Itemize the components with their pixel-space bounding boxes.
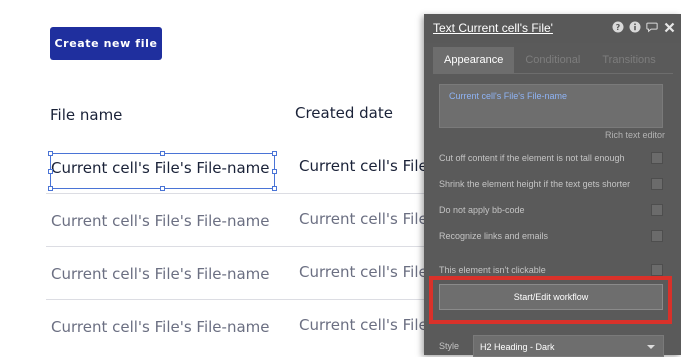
option-label: Shrink the element height if the text ge…	[439, 179, 631, 189]
panel-header[interactable]: Text Current cell's File' ?	[424, 14, 681, 43]
row-divider	[46, 193, 436, 194]
option-shrink-height: Shrink the element height if the text ge…	[439, 178, 663, 192]
create-new-file-button[interactable]: Create new file	[50, 27, 162, 60]
row-file-name[interactable]: Current cell's File's File-name	[51, 318, 269, 336]
row-divider	[46, 299, 436, 300]
row-created-date[interactable]: Current cell's File	[299, 210, 428, 228]
option-checkbox[interactable]	[651, 230, 663, 242]
option-checkbox[interactable]	[651, 178, 663, 190]
option-label: This element isn't clickable	[439, 265, 546, 275]
file-name-header: File name	[50, 106, 123, 124]
row-created-date[interactable]: Current cell's File	[299, 263, 428, 281]
option-label: Do not apply bb-code	[439, 205, 525, 215]
option-checkbox[interactable]	[651, 204, 663, 216]
resize-handle[interactable]	[160, 151, 165, 156]
option-recognize-links: Recognize links and emails	[439, 230, 663, 244]
created-date-header: Created date	[295, 104, 393, 122]
selection-box	[50, 153, 275, 189]
style-selected-value: H2 Heading - Dark	[480, 342, 555, 352]
option-checkbox[interactable]	[651, 264, 663, 276]
highlight-outline	[429, 276, 672, 324]
row-file-name[interactable]: Current cell's File's File-name	[51, 212, 269, 230]
resize-handle[interactable]	[48, 169, 53, 174]
row-file-name[interactable]: Current cell's File's File-name	[51, 265, 269, 283]
comment-icon[interactable]	[646, 21, 658, 33]
panel-tabs: Appearance Conditional Transitions	[433, 47, 667, 73]
row-created-date[interactable]: Current cell's File	[299, 316, 428, 334]
chevron-down-icon	[647, 345, 655, 349]
dynamic-expression[interactable]: Current cell's File's File-name	[449, 91, 567, 101]
rich-text-editor-link[interactable]: Rich text editor	[605, 130, 665, 140]
text-content-field[interactable]: Current cell's File's File-name	[439, 84, 663, 128]
option-bb-code: Do not apply bb-code	[439, 204, 663, 218]
resize-handle[interactable]	[272, 151, 277, 156]
svg-text:?: ?	[616, 23, 621, 32]
style-label: Style	[439, 341, 460, 351]
panel-title[interactable]: Text Current cell's File'	[433, 21, 553, 35]
property-editor-panel: Text Current cell's File' ? Appearance C…	[424, 14, 681, 357]
option-checkbox[interactable]	[651, 152, 663, 164]
info-icon[interactable]	[629, 21, 641, 33]
resize-handle[interactable]	[272, 186, 277, 191]
resize-handle[interactable]	[272, 169, 277, 174]
option-label: Cut off content if the element is not ta…	[439, 153, 625, 163]
tab-conditional[interactable]: Conditional	[514, 47, 591, 73]
help-icon[interactable]: ?	[612, 21, 624, 33]
resize-handle[interactable]	[160, 186, 165, 191]
tab-transitions[interactable]: Transitions	[591, 47, 666, 73]
resize-handle[interactable]	[48, 186, 53, 191]
option-cut-off-content: Cut off content if the element is not ta…	[439, 152, 663, 166]
row-created-date[interactable]: Current cell's File	[299, 157, 428, 175]
row-divider	[46, 246, 436, 247]
tab-appearance[interactable]: Appearance	[433, 47, 515, 73]
tabs-divider	[433, 73, 673, 74]
option-label: Recognize links and emails	[439, 231, 549, 241]
resize-handle[interactable]	[48, 151, 53, 156]
close-icon[interactable]	[663, 21, 675, 33]
style-dropdown[interactable]: H2 Heading - Dark	[473, 335, 664, 357]
